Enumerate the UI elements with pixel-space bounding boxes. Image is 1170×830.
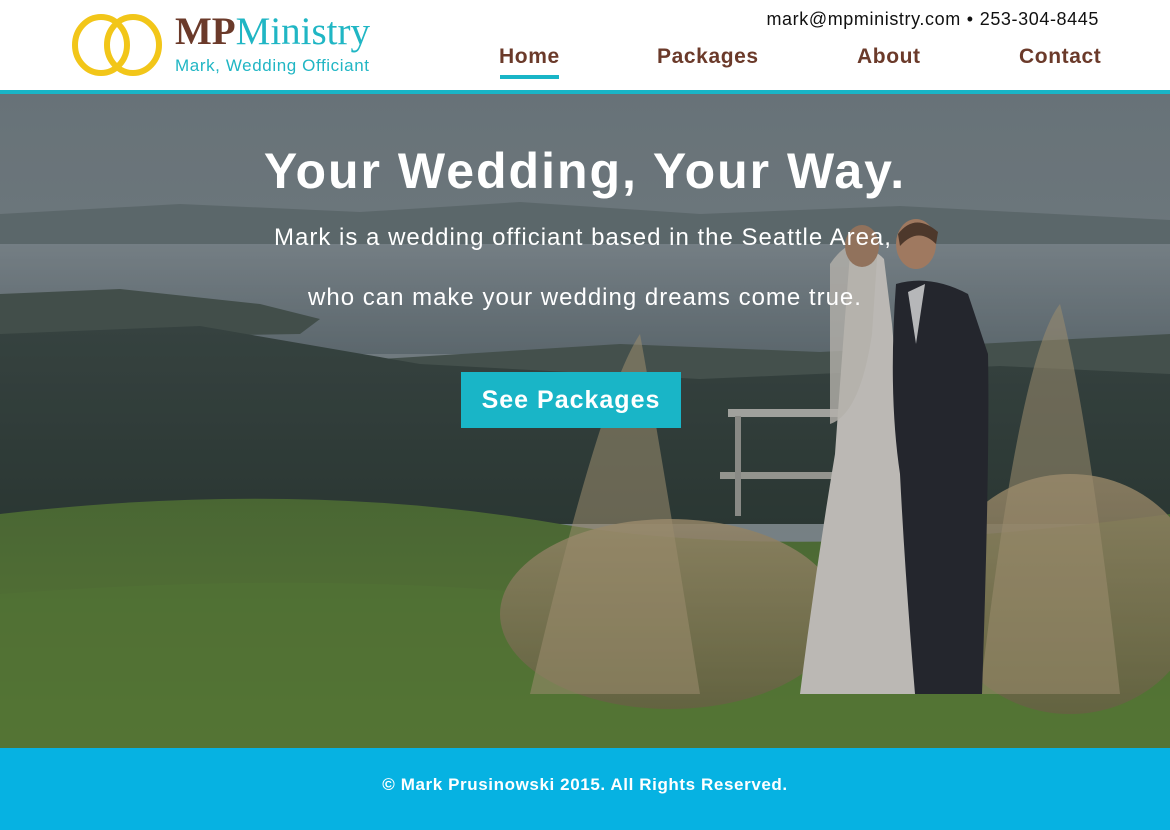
nav-about[interactable]: About [857,45,921,69]
contact-phone[interactable]: 253-304-8445 [980,9,1099,29]
see-packages-button[interactable]: See Packages [461,372,681,428]
site-header: MPMinistry Mark, Wedding Officiant mark@… [0,0,1170,90]
site-logo[interactable]: MPMinistry Mark, Wedding Officiant [70,10,390,80]
brand-tagline: Mark, Wedding Officiant [175,56,370,75]
contact-separator: • [966,9,974,29]
wedding-rings-icon [72,14,162,76]
nav-home[interactable]: Home [499,45,560,79]
brand-name: MPMinistry [175,12,370,51]
hero-section: Your Wedding, Your Way. Mark is a weddin… [0,94,1170,748]
copyright-text: © Mark Prusinowski 2015. All Rights Rese… [382,775,788,794]
site-footer: © Mark Prusinowski 2015. All Rights Rese… [0,748,1170,830]
nav-packages[interactable]: Packages [657,45,759,69]
brand-name-mp: MP [175,10,236,53]
hero-subline-2: who can make your wedding dreams come tr… [308,284,862,311]
contact-info: mark@mpministry.com • 253-304-8445 [766,9,1099,30]
nav-contact[interactable]: Contact [1019,45,1101,69]
hero-headline: Your Wedding, Your Way. [263,143,907,199]
contact-email[interactable]: mark@mpministry.com [766,9,960,29]
hero-subline-1: Mark is a wedding officiant based in the… [274,224,892,251]
brand-name-ministry: Ministry [235,10,370,53]
